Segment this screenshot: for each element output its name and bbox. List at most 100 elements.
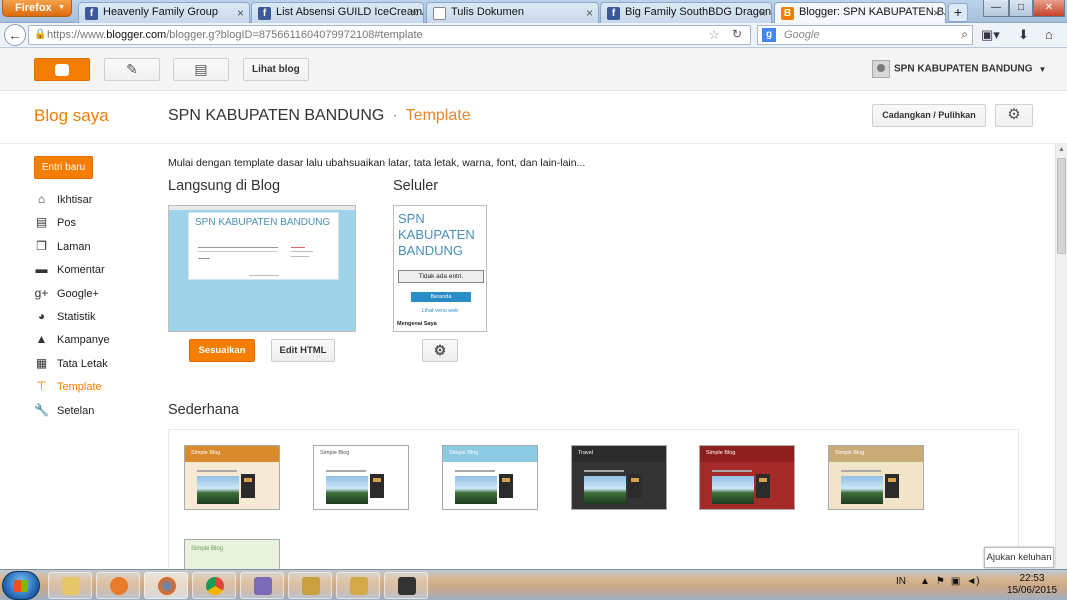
- sidebar-item-posts[interactable]: ▤ Pos: [34, 212, 110, 235]
- taskbar-game[interactable]: [336, 572, 380, 599]
- layout-icon: ▦: [35, 355, 48, 370]
- url-domain: blogger.com: [106, 29, 167, 41]
- maximize-button[interactable]: □: [1009, 0, 1033, 17]
- browser-tab[interactable]: f Heavenly Family Group ×: [78, 2, 250, 23]
- sidebar-item-pages[interactable]: ❐ Laman: [34, 236, 110, 259]
- sidebar-item-label: Template: [57, 381, 102, 394]
- settings-button[interactable]: ⚙: [995, 104, 1033, 127]
- user-menu[interactable]: SPN KABUPATEN BANDUNG ▼: [872, 60, 1046, 78]
- sidebar-item-stats[interactable]: ◕ Statistik: [34, 306, 110, 329]
- my-blogs-link[interactable]: Blog saya: [34, 106, 109, 126]
- taskbar-chrome[interactable]: [192, 572, 236, 599]
- main-content: Mulai dengan template dasar lalu ubahsua…: [168, 144, 1056, 570]
- page-scrollbar[interactable]: ▲: [1055, 144, 1067, 569]
- template-thumbnail[interactable]: Simple Blog: [442, 445, 538, 510]
- template-sidebar: [370, 474, 384, 498]
- current-page-label: Template: [405, 107, 471, 124]
- browser-tab[interactable]: f Big Family SouthBDG Dragon N... ×: [600, 2, 772, 23]
- live-template-preview[interactable]: SPN KABUPATEN BANDUNG: [168, 205, 356, 332]
- template-thumbnail[interactable]: Simple Blog: [828, 445, 924, 510]
- search-placeholder: Google: [784, 29, 820, 41]
- view-blog-button[interactable]: Lihat blog: [243, 58, 309, 81]
- new-tab-button[interactable]: +: [948, 3, 968, 22]
- template-photo: [712, 476, 754, 504]
- view-posts-button[interactable]: ▤: [173, 58, 229, 81]
- browser-tab[interactable]: f List Absensi GUILD IceCream/La... ×: [251, 2, 424, 23]
- scrollbar-thumb[interactable]: [1057, 158, 1066, 254]
- new-post-button[interactable]: ✎: [104, 58, 160, 81]
- sidebar-item-layout[interactable]: ▦ Tata Letak: [34, 353, 110, 376]
- firefox-menu-label: Firefox: [15, 2, 52, 14]
- template-label: Simple Blog: [449, 450, 479, 456]
- search-icon[interactable]: ⌕: [961, 27, 968, 42]
- gear-icon: ⚙: [1007, 106, 1021, 123]
- comment-icon: ▬: [35, 262, 48, 277]
- home-icon[interactable]: ⌂: [1045, 27, 1053, 42]
- firefox-menu-button[interactable]: Firefox ▼: [2, 0, 72, 17]
- url-bar[interactable]: 🔒 https://www.blogger.com/blogger.g?blog…: [28, 25, 751, 45]
- volume-icon[interactable]: ◄): [966, 576, 979, 587]
- download-icon[interactable]: ⬇: [1018, 27, 1029, 43]
- taskbar-game[interactable]: [288, 572, 332, 599]
- back-button[interactable]: ←: [4, 24, 26, 46]
- sidebar-item-label: Setelan: [57, 404, 95, 417]
- scroll-up-icon[interactable]: ▲: [1058, 146, 1065, 153]
- sidebar-item-comments[interactable]: ▬ Komentar: [34, 259, 110, 282]
- template-icon: ⊤: [36, 379, 47, 394]
- feedback-button[interactable]: Ajukan keluhan: [984, 547, 1054, 568]
- addon-icon[interactable]: ▣▾: [981, 27, 1000, 43]
- search-bar[interactable]: g Google ⌕: [757, 25, 973, 45]
- firefox-icon: [158, 577, 176, 595]
- sidebar-item-campaigns[interactable]: ▲ Kampanye: [34, 329, 110, 352]
- taskbar-firefox[interactable]: [144, 572, 188, 599]
- close-icon[interactable]: ×: [933, 6, 940, 20]
- posts-icon: ▤: [194, 61, 208, 77]
- clock[interactable]: 22:53 15/06/2015: [1004, 573, 1060, 597]
- reload-icon[interactable]: ↻: [732, 27, 742, 41]
- template-photo: [197, 476, 239, 504]
- blogger-home-button[interactable]: [34, 58, 90, 81]
- sidebar-item-template[interactable]: ⊤ Template: [34, 376, 110, 399]
- minimize-button[interactable]: —: [983, 0, 1009, 17]
- backup-restore-button[interactable]: Cadangkan / Pulihkan: [872, 104, 986, 127]
- new-post-button[interactable]: Entri baru: [34, 156, 93, 179]
- blog-name[interactable]: SPN KABUPATEN BANDUNG: [168, 107, 384, 124]
- sidebar-item-overview[interactable]: ⌂ Ikhtisar: [34, 189, 110, 212]
- pages-icon: ❐: [36, 238, 47, 253]
- template-sidebar: [628, 474, 642, 498]
- app-icon: [254, 577, 272, 595]
- bookmark-star-icon[interactable]: ☆: [708, 27, 720, 43]
- close-icon[interactable]: ×: [586, 6, 593, 20]
- folder-icon: [62, 577, 80, 595]
- close-icon[interactable]: ×: [237, 6, 244, 20]
- edit-html-button[interactable]: Edit HTML: [271, 339, 335, 362]
- mobile-home-button: Beranda: [411, 292, 471, 302]
- browser-tab-active[interactable]: B Blogger: SPN KABUPATEN BAN... ×: [774, 2, 946, 24]
- template-thumbnail[interactable]: Simple Blog: [313, 445, 409, 510]
- close-icon[interactable]: ×: [759, 6, 766, 20]
- sidebar-item-google-plus[interactable]: g+ Google+: [34, 283, 110, 306]
- taskbar-app[interactable]: [240, 572, 284, 599]
- template-thumbnail[interactable]: Simple Blog: [699, 445, 795, 510]
- sidebar-item-settings[interactable]: 🔧 Setelan: [34, 400, 110, 423]
- window-close-button[interactable]: ✕: [1033, 0, 1065, 17]
- browser-tab[interactable]: Tulis Dokumen ×: [426, 2, 599, 23]
- tab-label: Tulis Dokumen: [451, 6, 524, 18]
- start-button[interactable]: [2, 571, 40, 600]
- show-hidden-icons-icon[interactable]: ▲: [920, 576, 930, 587]
- template-thumbnail[interactable]: Travel: [571, 445, 667, 510]
- flag-icon[interactable]: ⚑: [936, 576, 945, 587]
- network-icon[interactable]: ▣: [951, 576, 960, 587]
- language-indicator[interactable]: IN: [896, 576, 906, 587]
- taskbar-explorer[interactable]: [48, 572, 92, 599]
- taskbar-media-player[interactable]: [96, 572, 140, 599]
- mobile-template-preview[interactable]: SPN KABUPATEN BANDUNG Tidak ada entri. B…: [393, 205, 487, 332]
- customize-button[interactable]: Sesuaikan: [189, 339, 255, 362]
- mobile-settings-button[interactable]: ⚙: [422, 339, 458, 362]
- template-label: Simple Blog: [320, 450, 350, 456]
- template-thumbnail[interactable]: Simple Blog: [184, 445, 280, 510]
- tab-label: Blogger: SPN KABUPATEN BAN...: [799, 6, 945, 18]
- taskbar-video-app[interactable]: [384, 572, 428, 599]
- template-thumbnail[interactable]: Simple Blog: [184, 539, 280, 570]
- close-icon[interactable]: ×: [411, 6, 418, 20]
